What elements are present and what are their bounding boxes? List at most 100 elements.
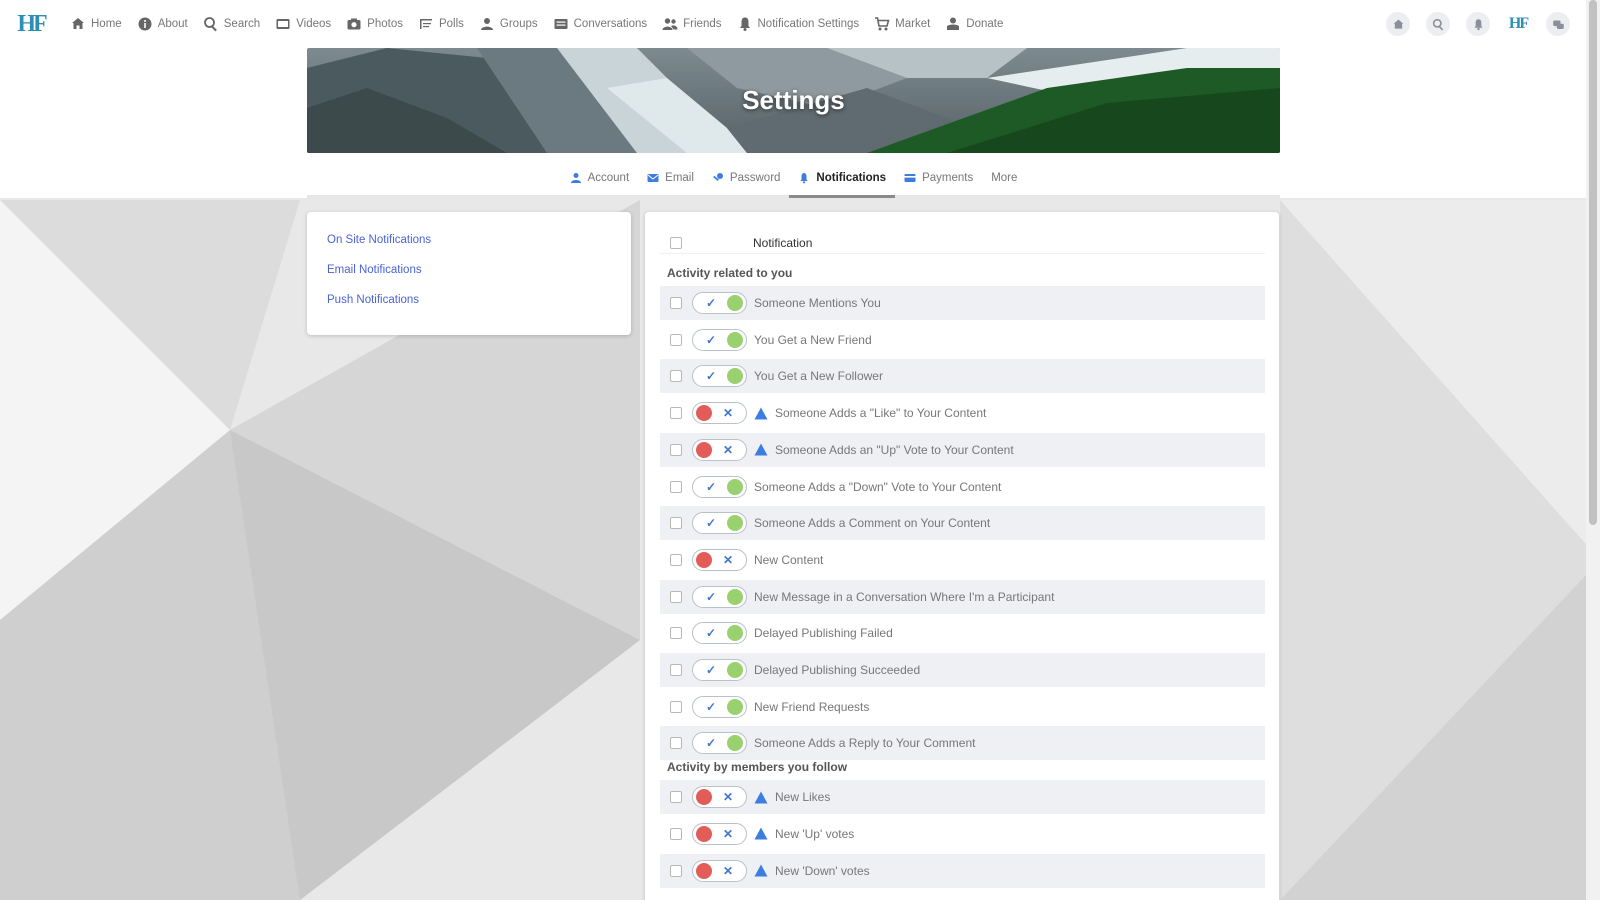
row-checkbox[interactable] [670,590,682,603]
row-checkbox[interactable] [670,737,682,750]
toggle-off[interactable]: ✕ [692,402,747,425]
sidebar-link-email-notifications[interactable]: Email Notifications [327,264,611,276]
bell-icon [1473,18,1483,30]
nav-market-label: Market [895,18,931,30]
notification-label: You Get a New Friend [754,333,872,347]
nav-donate[interactable]: Donate [945,16,1003,32]
row-checkbox[interactable] [670,664,682,676]
toggle-on[interactable]: ✓ [692,585,747,608]
nav-groups[interactable]: Groups [479,16,538,32]
check-icon: ✓ [706,332,717,347]
row-checkbox[interactable] [670,791,682,804]
row-checkbox[interactable] [670,864,682,877]
row-checkbox[interactable] [670,333,682,346]
check-icon: ✓ [706,699,717,714]
nav-videos[interactable]: Videos [275,16,331,32]
row-checkbox[interactable] [670,627,682,640]
page-scrollbar[interactable] [1586,0,1600,900]
nav-about[interactable]: About [137,16,188,32]
cart-icon [875,17,890,31]
toggle-off[interactable]: ✕ [692,548,747,571]
notification-label-text: Someone Adds a Reply to Your Comment [754,736,976,751]
home-button[interactable] [1386,12,1410,36]
nav-photos[interactable]: Photos [346,16,403,32]
notification-label: Someone Adds an "Up" Vote to Your Conten… [754,443,1014,457]
site-logo[interactable]: HF [14,9,48,39]
nav-polls[interactable]: Polls [418,16,464,32]
nav-friends-label: Friends [683,18,722,30]
scrollbar-thumb[interactable] [1589,0,1597,525]
top-navigation-bar: HF Home About Search Videos Photos Polls [0,0,1586,48]
toggle-on[interactable]: ✓ [692,365,747,388]
toggle-off[interactable]: ✕ [692,438,747,461]
select-all-checkbox[interactable] [670,236,682,249]
nav-home-label: Home [91,18,122,30]
row-checkbox[interactable] [670,443,682,456]
row-checkbox[interactable] [670,517,682,530]
notification-label: Delayed Publishing Failed [754,626,893,640]
tab-more[interactable]: More [982,160,1026,195]
toggle-on[interactable]: ✓ [692,475,747,498]
notification-row: ✓ Delayed Publishing Failed [660,616,1265,650]
sidebar-link-push-notifications[interactable]: Push Notifications [327,294,611,306]
toggle-knob [727,698,743,715]
row-checkbox[interactable] [670,407,682,420]
notification-label-text: New Likes [775,790,831,805]
notification-label-text: Someone Adds a "Like" to Your Content [775,406,987,421]
tab-account[interactable]: Account [561,160,639,195]
row-checkbox[interactable] [670,297,682,309]
warning-icon [754,827,768,840]
toggle-on[interactable]: ✓ [692,622,747,645]
row-checkbox[interactable] [670,370,682,383]
nav-friends[interactable]: Friends [662,16,722,32]
toggle-off[interactable]: ✕ [692,786,747,809]
toggle-off[interactable]: ✕ [692,859,747,882]
notification-label-text: New Message in a Conversation Where I'm … [754,589,1055,604]
check-icon: ✓ [706,516,717,531]
row-checkbox[interactable] [670,700,682,713]
tab-notifications[interactable]: Notifications [789,160,895,198]
row-checkbox[interactable] [670,827,682,840]
toggle-on[interactable]: ✓ [692,732,747,755]
profile-avatar[interactable]: HF [1506,12,1530,36]
notification-label: Someone Adds a "Like" to Your Content [754,406,986,420]
notification-row: ✓ You Get a New Follower [660,359,1265,394]
toggle-knob [727,295,743,311]
notification-label-text: New Friend Requests [754,699,870,714]
toggle-off[interactable]: ✕ [692,822,747,845]
sidebar-link-on-site-notifications[interactable]: On Site Notifications [327,234,611,246]
notification-label: Someone Adds a "Down" Vote to Your Conte… [754,480,1001,494]
search-button[interactable] [1426,12,1450,36]
toggle-knob [696,441,712,458]
tab-email[interactable]: Email [638,160,703,195]
toggle-knob [727,588,743,605]
notification-label: New Content [754,553,823,567]
notification-label-text: You Get a New Friend [754,332,872,347]
toggle-on[interactable]: ✓ [692,512,747,535]
notification-row: ✓ Delayed Publishing Succeeded [660,653,1265,687]
notification-row: ✓ Someone Adds a "Down" Vote to Your Cont… [660,470,1265,504]
notifications-button[interactable] [1466,12,1490,36]
row-checkbox[interactable] [670,480,682,493]
check-icon: ✓ [706,626,717,641]
nav-notification-settings[interactable]: Notification Settings [737,16,859,32]
check-icon: ✓ [706,663,717,677]
toggle-knob [696,862,712,879]
tab-notifications-label: Notifications [816,171,887,184]
card-icon [904,173,916,182]
toggle-on[interactable]: ✓ [692,659,747,681]
toggle-on[interactable]: ✓ [692,695,747,718]
nav-conversations[interactable]: Conversations [553,16,647,32]
toggle-knob [727,478,743,495]
tab-password[interactable]: Password [703,160,790,195]
tab-payments[interactable]: Payments [895,160,982,195]
nav-market[interactable]: Market [874,16,930,32]
messages-button[interactable] [1546,12,1570,36]
nav-search[interactable]: Search [203,16,260,32]
nav-home[interactable]: Home [70,16,122,32]
notification-row: ✕ Someone Adds an "Up" Vote to Your Conte… [660,432,1265,467]
toggle-on[interactable]: ✓ [692,328,747,351]
toggle-on[interactable]: ✓ [692,292,747,314]
row-checkbox[interactable] [670,553,682,566]
notification-label-text: Someone Adds a "Down" Vote to Your Conte… [754,479,1002,494]
